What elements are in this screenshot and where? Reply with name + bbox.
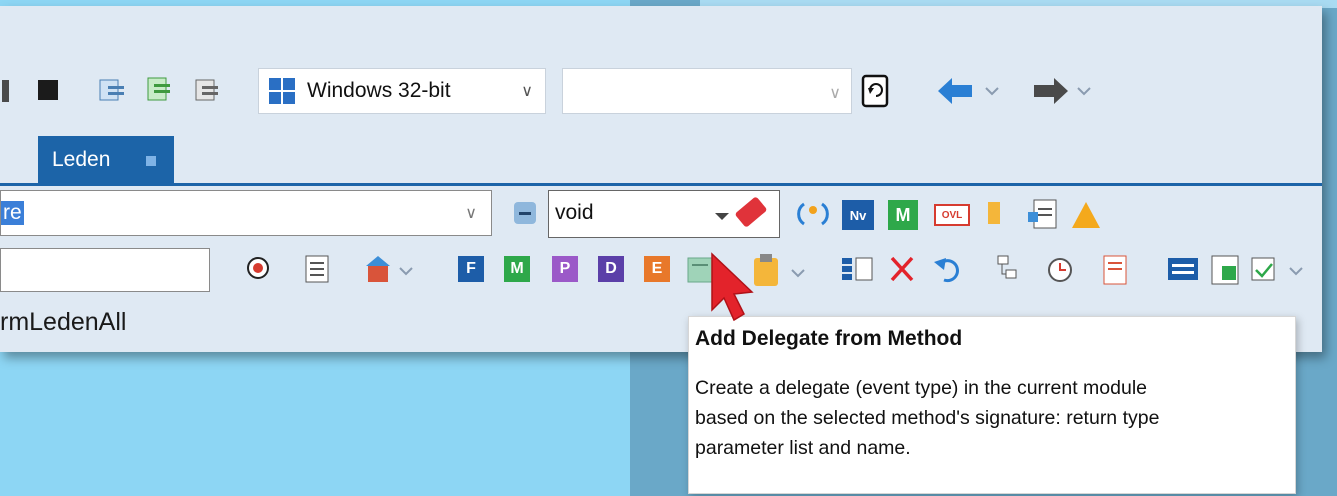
- chevron-down-icon: ∨: [521, 83, 533, 100]
- back-arrow-icon[interactable]: [938, 78, 972, 104]
- tab-leden[interactable]: Leden: [38, 136, 174, 184]
- document-icon[interactable]: [1028, 199, 1057, 229]
- stop-icon[interactable]: [38, 80, 58, 100]
- back-dropdown-icon[interactable]: [985, 87, 999, 96]
- chevron-down-icon: ∨: [829, 85, 841, 102]
- configuration-select[interactable]: ∨: [562, 68, 852, 114]
- tooltip-title: Add Delegate from Method: [695, 327, 963, 350]
- mouse-cursor-icon: [711, 252, 754, 322]
- nv-badge-icon[interactable]: Nv: [842, 200, 874, 230]
- tooltip-body: Create a delegate (event type) in the cu…: [695, 377, 1160, 459]
- compare-icon[interactable]: [1168, 258, 1198, 280]
- toolbar-grip[interactable]: [2, 80, 9, 102]
- forward-dropdown-icon[interactable]: [1077, 87, 1091, 96]
- return-type-combo[interactable]: void: [548, 190, 780, 238]
- add-class-icon[interactable]: [366, 256, 390, 282]
- history-icon[interactable]: [1048, 258, 1072, 282]
- tooltip: Add Delegate from Method Create a delega…: [688, 316, 1296, 494]
- add-property-icon[interactable]: P: [552, 256, 578, 282]
- bug-search-icon[interactable]: [247, 257, 269, 279]
- members-list-icon[interactable]: [842, 257, 873, 281]
- approve-icon[interactable]: [1251, 257, 1275, 281]
- add-field-label: F: [466, 260, 476, 277]
- add-method-icon[interactable]: M: [504, 256, 530, 282]
- tab-pin-icon[interactable]: [146, 156, 156, 166]
- outdent-icon[interactable]: [147, 77, 170, 101]
- bookmark-icon[interactable]: [988, 202, 1000, 224]
- delete-icon[interactable]: [890, 256, 914, 282]
- m-badge-label: M: [895, 204, 911, 225]
- notes-icon[interactable]: [1103, 255, 1127, 285]
- platform-select-value: Windows 32-bit: [307, 79, 451, 102]
- add-event-label: E: [651, 260, 663, 277]
- undo-icon[interactable]: [934, 258, 959, 283]
- hierarchy-icon[interactable]: [997, 255, 1017, 279]
- dropdown-arrow-icon[interactable]: [715, 213, 729, 220]
- warning-icon[interactable]: [1072, 202, 1100, 228]
- paste-icon[interactable]: [754, 254, 778, 286]
- member-actions-group: [988, 199, 1100, 229]
- member-search-input[interactable]: [0, 248, 210, 292]
- ide-window: [0, 6, 1322, 352]
- member-toolbar-right-group: [754, 254, 1303, 286]
- windows-logo-icon: [269, 78, 295, 104]
- tab-underline: [0, 183, 1322, 186]
- member-combo-selection: re: [1, 201, 24, 225]
- sync-icon[interactable]: [796, 198, 832, 230]
- add-event-icon[interactable]: E: [644, 256, 670, 282]
- ovl-badge-label: OVL: [941, 209, 963, 221]
- platform-select[interactable]: Windows 32-bit ∨: [258, 68, 546, 114]
- indent-icon[interactable]: [99, 79, 124, 101]
- module-icon[interactable]: [1211, 255, 1239, 285]
- add-delegate-label: D: [605, 260, 617, 277]
- forward-arrow-icon[interactable]: [1034, 78, 1068, 104]
- eraser-icon[interactable]: [734, 196, 768, 228]
- add-method-label: M: [510, 260, 524, 277]
- toolbar-icons-group: [99, 77, 218, 101]
- tab-leden-label: Leden: [52, 148, 111, 171]
- properties-list-icon[interactable]: [305, 255, 329, 283]
- add-delegate-icon[interactable]: D: [598, 256, 624, 282]
- paste-dropdown-icon[interactable]: [791, 269, 805, 278]
- navigation-group: [938, 78, 1091, 104]
- approve-dropdown-icon[interactable]: [1289, 267, 1303, 276]
- comment-block-icon[interactable]: [195, 79, 218, 101]
- selected-item-label: rmLedenAll: [0, 308, 127, 336]
- return-type-value: void: [555, 201, 594, 224]
- nv-badge-label: Nv: [849, 207, 867, 223]
- collapse-button[interactable]: [514, 202, 536, 224]
- m-badge-icon[interactable]: M: [888, 200, 918, 230]
- add-class-dropdown-icon[interactable]: [399, 267, 413, 276]
- refresh-icon[interactable]: [860, 74, 892, 108]
- add-field-icon[interactable]: F: [458, 256, 484, 282]
- member-combo[interactable]: re ∨: [0, 190, 492, 236]
- chevron-down-icon: ∨: [465, 205, 477, 222]
- add-property-label: P: [559, 260, 571, 277]
- ovl-badge-icon[interactable]: OVL: [934, 204, 970, 226]
